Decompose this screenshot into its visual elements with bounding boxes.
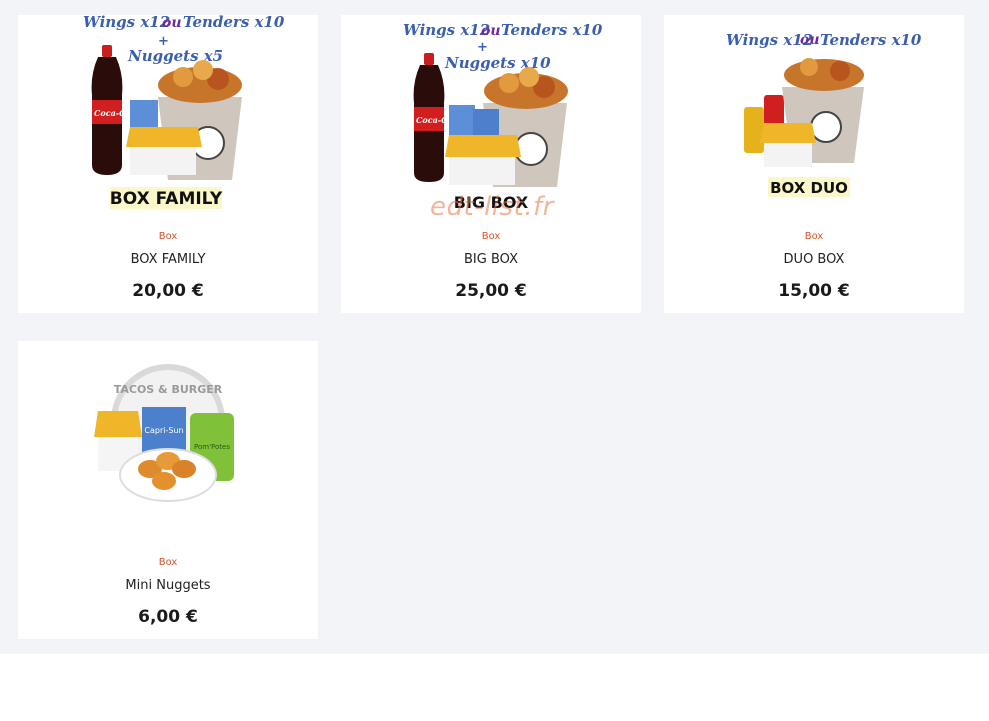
promo-line: Wings x12 [403,21,490,39]
product-card-box-family[interactable]: Wings x12 ou Tenders x10 + Nuggets x5 Co… [18,15,318,313]
product-category: Box [804,231,824,242]
promo-banner: BOX FAMILY [110,189,223,209]
product-category: Box [158,557,178,568]
promo-banner: BIG BOX [454,193,529,212]
fries-icon [445,135,521,185]
product-price: 6,00 € [138,607,198,627]
promo-banner: BOX DUO [770,179,848,197]
product-price: 15,00 € [778,281,850,301]
product-image-box-family: Wings x12 ou Tenders x10 + Nuggets x5 Co… [83,15,285,209]
product-name[interactable]: BIG BOX [341,252,641,267]
footer [0,654,989,721]
product-name[interactable]: DUO BOX [664,252,964,267]
svg-text:Pom'Potes: Pom'Potes [194,443,230,451]
product-category: Box [158,231,178,242]
product-image-mini-nuggets: TACOS & BURGER Capri-Sun Pom'Potes [94,364,234,502]
product-card-mini-nuggets[interactable]: TACOS & BURGER Capri-Sun Pom'Potes Box M… [18,341,318,639]
nuggets-plate-icon [119,448,217,502]
product-name[interactable]: BOX FAMILY [18,252,318,267]
product-category: Box [481,231,501,242]
product-name[interactable]: Mini Nuggets [18,578,318,593]
product-grid: Wings x12 ou Tenders x10 + Nuggets x5 Co… [0,0,989,650]
promo-line: Tenders x10 [501,21,603,39]
product-image-duo-box: Wings x12 ou Tenders x10 BOX DUO [726,31,922,197]
product-price: 20,00 € [132,281,204,301]
promo-line: Wings x12 [83,15,170,31]
fries-icon [126,127,202,175]
svg-text:Capri-Sun: Capri-Sun [144,426,183,435]
product-card-duo-box[interactable]: Wings x12 ou Tenders x10 BOX DUO Box DUO… [664,15,964,313]
promo-line: Tenders x10 [183,15,285,31]
product-image-big-box: Wings x12 ou Tenders x10 + Nuggets x10 C… [403,21,603,212]
product-price: 25,00 € [455,281,527,301]
promo-or: ou [481,23,501,39]
product-card-big-box[interactable]: Wings x12 ou Tenders x10 + Nuggets x10 C… [341,15,641,313]
promo-or: ou [800,32,820,48]
promo-plus: + [477,40,488,55]
promo-or: ou [162,15,182,31]
fries-icon [760,123,816,167]
svg-text:TACOS & BURGER: TACOS & BURGER [114,383,223,396]
promo-line: Tenders x10 [820,31,922,49]
